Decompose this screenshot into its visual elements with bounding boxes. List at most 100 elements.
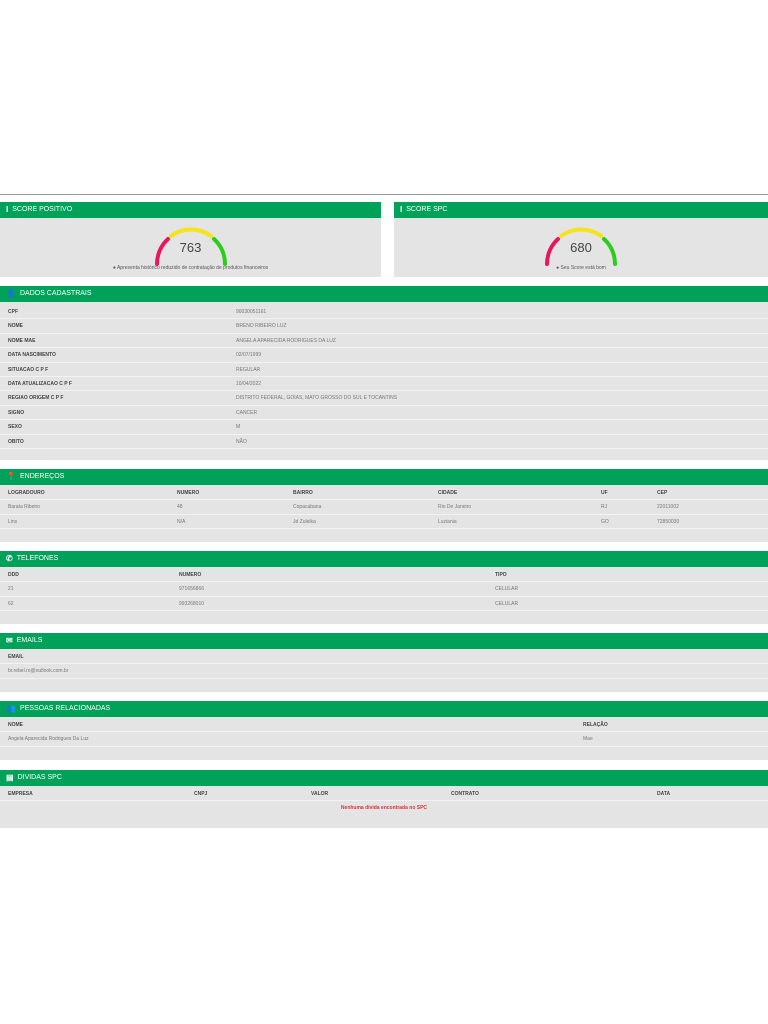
- users-icon: 👥: [6, 704, 16, 713]
- top-divider: [0, 194, 768, 195]
- enderecos-panel: 📍 ENDEREÇOS LOGRADOURO NUMERO BAIRRO CIDADE UF…: [0, 469, 768, 542]
- data-row: NOME MAE ANGELA APARECIDA RODRIGUES DA LU…: [0, 334, 768, 349]
- data-row: NOME BRENO RIBEIRO LUZ: [0, 319, 768, 334]
- enderecos-header: 📍 ENDEREÇOS: [0, 469, 768, 485]
- table-cell: CELULAR: [495, 600, 519, 607]
- data-row: OBITO NÃO: [0, 435, 768, 449]
- table-header-row: NOME RELAÇÃO: [0, 718, 768, 733]
- table-cell: N/A: [177, 518, 186, 525]
- field-value: REGULAR: [236, 366, 261, 373]
- table-cell: Mae: [583, 736, 593, 743]
- table-cell: Angela Aparecida Rodrigues Da Luz: [8, 736, 89, 743]
- telefones-header: ✆ TELEFONES: [0, 551, 768, 567]
- section-title: PESSOAS RELACIONADAS: [19, 705, 111, 712]
- field-label: DATA NASCIMENTO: [8, 352, 56, 359]
- score-value: 763: [179, 240, 202, 255]
- field-label: CPF: [8, 309, 18, 315]
- column-header: RELAÇÃO: [583, 722, 608, 728]
- score-value: 680: [570, 240, 592, 255]
- field-value: DISTRITO FEDERAL, GOIAS, MATO GROSSO DO …: [236, 395, 398, 402]
- section-title: EMAILS: [16, 637, 43, 644]
- emails-header: ✉ EMAILS: [0, 633, 768, 649]
- table-cell: 21: [8, 586, 14, 593]
- telefones-panel: ✆ TELEFONES DDD NUMERO TIPO 21 971656866 CELULA…: [0, 551, 768, 624]
- table-cell: RJ: [601, 504, 608, 511]
- field-label: NOME MAE: [8, 337, 36, 344]
- column-header: DDD: [8, 572, 19, 578]
- dividas-panel: ▤ DIVIDAS SPC EMPRESA CNPJ VALOR CONTRATO DATA…: [0, 770, 768, 828]
- gauge-green-arc: [211, 237, 227, 266]
- column-header: TIPO: [495, 572, 507, 578]
- field-label: SITUACAO C P F: [8, 366, 49, 373]
- column-header: VALOR: [311, 791, 329, 797]
- user-icon: 👤: [6, 289, 16, 298]
- field-label: SIGNO: [8, 409, 25, 416]
- section-title: DIVIDAS SPC: [17, 774, 62, 781]
- data-row: SIGNO CANCER: [0, 406, 768, 421]
- table-cell: 62: [8, 600, 14, 607]
- pessoas-header: 👥 PESSOAS RELACIONADAS: [0, 701, 768, 717]
- field-label: NOME: [8, 323, 23, 330]
- column-header: NOME: [8, 722, 23, 728]
- dados-cadastrais-panel: 👤 DADOS CADASTRAIS CPF 90030051161 NOME BREN…: [0, 286, 768, 460]
- field-label: REGIAO ORIGEM C P F: [8, 395, 64, 402]
- dividas-header: ▤ DIVIDAS SPC: [0, 770, 768, 786]
- field-label: DATA ATUALIZACAO C P F: [8, 380, 72, 387]
- column-header: CEP: [657, 490, 668, 496]
- table-cell: 971656866: [179, 586, 205, 593]
- table-cell: br.rebel.ro@outlook.com.br: [8, 668, 69, 675]
- emails-panel: ✉ EMAILS EMAIL br.rebel.ro@outlook.com.br: [0, 633, 768, 692]
- table-cell: Lins: [8, 518, 18, 525]
- data-row: DATA NASCIMENTO 02/07/1999: [0, 348, 768, 363]
- field-value: 02/07/1999: [236, 352, 262, 359]
- column-header: UF: [601, 490, 608, 496]
- empty-message: Nenhuma dívida encontrada no SPC: [340, 805, 428, 812]
- column-header: CONTRATO: [451, 791, 479, 797]
- gauge-red-arc: [545, 237, 560, 266]
- table-header-row: EMAIL: [0, 650, 768, 665]
- section-title: DADOS CADASTRAIS: [19, 290, 92, 297]
- table-row: 21 971656866 CELULAR: [0, 582, 768, 597]
- table-cell: 48: [177, 504, 183, 511]
- table-row: Barata Ribeiro 48 Copacabana Rio De Janeiro…: [0, 500, 768, 515]
- section-title: TELEFONES: [16, 555, 59, 562]
- map-marker-icon: 📍: [6, 472, 16, 481]
- table-header-row: LOGRADOURO NUMERO BAIRRO CIDADE UF CEP: [0, 486, 768, 501]
- note-text: Seu Score está bom: [560, 265, 606, 271]
- info-icon: i: [400, 205, 403, 214]
- table-cell: 993268010: [179, 600, 205, 607]
- field-value: ANGELA APARECIDA RODRIGUES DA LUZ: [236, 337, 336, 344]
- table-row: Angela Aparecida Rodrigues Da Luz Mae: [0, 732, 768, 747]
- data-row: CPF 90030051161: [0, 305, 768, 320]
- field-value: BRENO RIBEIRO LUZ: [236, 323, 287, 330]
- column-header: CNPJ: [194, 791, 208, 797]
- column-header: EMPRESA: [8, 791, 33, 797]
- table-cell: GO: [601, 518, 609, 525]
- pessoas-panel: 👥 PESSOAS RELACIONADAS NOME RELAÇÃO Angela A…: [0, 701, 768, 760]
- table-cell: Copacabana: [293, 504, 322, 511]
- table-header-row: EMPRESA CNPJ VALOR CONTRATO DATA: [0, 787, 768, 802]
- document-icon: ▤: [6, 773, 14, 782]
- field-label: SEXO: [8, 424, 22, 431]
- field-value: NÃO: [236, 438, 247, 445]
- table-cell: 72850030: [657, 518, 680, 525]
- score-title: SCORE POSITIVO: [12, 206, 73, 213]
- column-header: DATA: [657, 791, 671, 797]
- gauge-yellow-arc: [559, 227, 603, 238]
- table-row: 62 993268010 CELULAR: [0, 597, 768, 612]
- table-row: Lins N/A Jd Zuleika Luziania GO 72850030: [0, 515, 768, 530]
- field-value: M: [236, 424, 241, 431]
- table-row: br.rebel.ro@outlook.com.br: [0, 664, 768, 679]
- field-value: 90030051161: [236, 309, 267, 315]
- data-row: DATA ATUALIZACAO C P F 10/04/2022: [0, 377, 768, 392]
- field-value: CANCER: [236, 409, 258, 416]
- info-icon: i: [6, 205, 9, 214]
- column-header: BAIRRO: [293, 490, 313, 496]
- gauge-yellow-arc: [168, 227, 213, 238]
- table-cell: Rio De Janeiro: [438, 504, 472, 511]
- table-cell: Barata Ribeiro: [8, 504, 40, 511]
- note-text: Apresenta histórico reduzido de contrata…: [116, 265, 269, 271]
- column-header: LOGRADOURO: [8, 490, 45, 496]
- score-header: i SCORE POSITIVO: [0, 202, 381, 218]
- data-row: SITUACAO C P F REGULAR: [0, 363, 768, 377]
